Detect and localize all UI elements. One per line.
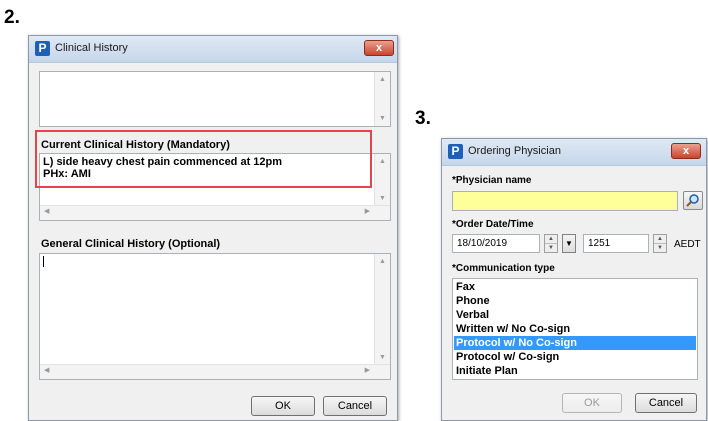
general-history-textarea[interactable]: ▲ ▼ ◀ ▶: [39, 253, 391, 380]
text-cursor: [43, 256, 44, 267]
communication-type-label: *Communication type: [452, 263, 555, 274]
scroll-right-icon[interactable]: ▶: [365, 207, 370, 215]
window-title: Clinical History: [55, 42, 128, 54]
cancel-button[interactable]: Cancel: [323, 396, 387, 416]
window-title: Ordering Physician: [468, 145, 561, 157]
scroll-up-icon[interactable]: ▲: [375, 76, 390, 83]
scroll-up-icon[interactable]: ▲: [375, 258, 390, 265]
scroll-left-icon[interactable]: ◀: [44, 207, 49, 215]
list-item-verbal[interactable]: Verbal: [454, 308, 696, 322]
ok-button[interactable]: OK: [562, 393, 622, 413]
order-time-input[interactable]: 1251: [583, 234, 649, 253]
title-bar: P Clinical History x: [29, 36, 397, 63]
list-item-phone[interactable]: Phone: [454, 294, 696, 308]
list-item-protocol-no-cosign[interactable]: Protocol w/ No Co-sign: [454, 336, 696, 350]
spin-up-icon[interactable]: ▲: [545, 235, 557, 244]
time-spinner[interactable]: ▲ ▼: [653, 234, 667, 253]
spin-down-icon[interactable]: ▼: [545, 244, 557, 252]
close-button[interactable]: x: [364, 40, 394, 56]
cancel-button[interactable]: Cancel: [635, 393, 697, 413]
timezone-label: AEDT: [674, 239, 701, 250]
date-spinner[interactable]: ▲ ▼: [544, 234, 558, 253]
ok-button[interactable]: OK: [251, 396, 315, 416]
step-number-2: 2.: [4, 7, 20, 28]
list-item-initiate-plan[interactable]: Initiate Plan: [454, 364, 696, 378]
list-item-written-no-cosign[interactable]: Written w/ No Co-sign: [454, 322, 696, 336]
app-p-icon: P: [448, 144, 463, 159]
horizontal-scrollbar[interactable]: ◀ ▶: [40, 364, 390, 379]
clinical-history-window: P Clinical History x ▲ ▼ Current Clinica…: [28, 35, 398, 421]
spin-down-icon[interactable]: ▼: [654, 244, 666, 252]
scroll-down-icon[interactable]: ▼: [375, 195, 390, 202]
scroll-right-icon[interactable]: ▶: [365, 366, 370, 374]
magnifier-icon: [686, 194, 699, 207]
vertical-scrollbar[interactable]: ▲ ▼: [374, 154, 390, 206]
scroll-down-icon[interactable]: ▼: [375, 115, 390, 122]
order-date-label: *Order Date/Time: [452, 219, 534, 230]
physician-search-button[interactable]: [683, 191, 703, 210]
title-bar: P Ordering Physician x: [442, 139, 706, 166]
spin-up-icon[interactable]: ▲: [654, 235, 666, 244]
physician-name-input[interactable]: [452, 191, 678, 211]
additional-history-textarea[interactable]: ▲ ▼: [39, 71, 391, 127]
dropdown-arrow-icon: ▼: [565, 239, 573, 248]
general-history-label: General Clinical History (Optional): [41, 238, 221, 250]
scroll-left-icon[interactable]: ◀: [44, 366, 49, 374]
ordering-physician-window: P Ordering Physician x *Physician name *…: [441, 138, 707, 421]
order-date-input[interactable]: 18/10/2019: [452, 234, 540, 253]
physician-name-label: *Physician name: [452, 175, 532, 186]
vertical-scrollbar[interactable]: ▲ ▼: [374, 72, 390, 126]
step-number-3: 3.: [415, 108, 431, 129]
scroll-up-icon[interactable]: ▲: [375, 158, 390, 165]
close-icon: x: [682, 145, 690, 157]
vertical-scrollbar[interactable]: ▲ ▼: [374, 254, 390, 365]
close-icon: x: [375, 42, 383, 54]
communication-type-list[interactable]: Fax Phone Verbal Written w/ No Co-sign P…: [452, 278, 698, 380]
list-item-fax[interactable]: Fax: [454, 280, 696, 294]
date-dropdown-button[interactable]: ▼: [562, 234, 576, 253]
list-item-protocol-cosign[interactable]: Protocol w/ Co-sign: [454, 350, 696, 364]
close-button[interactable]: x: [671, 143, 701, 159]
scroll-down-icon[interactable]: ▼: [375, 354, 390, 361]
highlight-box: [35, 130, 372, 188]
horizontal-scrollbar[interactable]: ◀ ▶: [40, 205, 390, 220]
app-p-icon: P: [35, 41, 50, 56]
